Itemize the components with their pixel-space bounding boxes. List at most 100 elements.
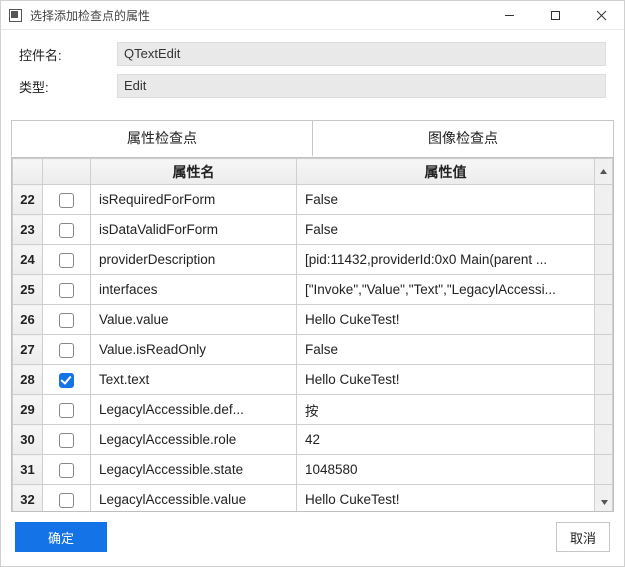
row-checkbox[interactable] (59, 253, 74, 268)
attr-name-cell[interactable]: LegacylAccessible.state (91, 455, 297, 485)
attr-name-cell[interactable]: LegacylAccessible.def... (91, 395, 297, 425)
attr-name-cell[interactable]: isDataValidForForm (91, 215, 297, 245)
window-title: 选择添加检查点的属性 (30, 7, 486, 24)
row-checkbox-cell (43, 485, 91, 512)
attr-name-cell[interactable]: LegacylAccessible.value (91, 485, 297, 512)
scrollbar-track[interactable] (595, 365, 613, 395)
header-check (43, 159, 91, 185)
attr-name-cell[interactable]: providerDescription (91, 245, 297, 275)
row-number: 22 (13, 185, 43, 215)
table-row[interactable]: 31 LegacylAccessible.state1048580 (13, 455, 613, 485)
attr-value-cell[interactable]: Hello CukeTest! (297, 305, 595, 335)
attr-value-cell[interactable]: 42 (297, 425, 595, 455)
header-rownum (13, 159, 43, 185)
table-row[interactable]: 27Value.isReadOnlyFalse (13, 335, 613, 365)
minimize-button[interactable] (486, 1, 532, 29)
cancel-button[interactable]: 取消 (556, 522, 610, 552)
form-area: 控件名: QTextEdit 类型: Edit (1, 30, 624, 116)
control-name-label: 控件名: (19, 45, 117, 64)
type-row: 类型: Edit (19, 74, 606, 98)
attr-name-cell[interactable]: interfaces (91, 275, 297, 305)
table-row[interactable]: 24 providerDescription[pid:11432,provider… (13, 245, 613, 275)
attr-name-cell[interactable]: isRequiredForForm (91, 185, 297, 215)
row-number: 23 (13, 215, 43, 245)
row-number: 26 (13, 305, 43, 335)
row-number: 30 (13, 425, 43, 455)
scrollbar-track[interactable] (595, 215, 613, 245)
table-row[interactable]: 26 Value.valueHello CukeTest! (13, 305, 613, 335)
row-checkbox[interactable] (59, 343, 74, 358)
attr-value-cell[interactable]: False (297, 215, 595, 245)
attr-value-cell[interactable]: False (297, 185, 595, 215)
attr-value-cell[interactable]: False (297, 335, 595, 365)
row-checkbox[interactable] (59, 313, 74, 328)
row-checkbox-cell (43, 425, 91, 455)
table-row[interactable]: 28 Text.textHello CukeTest! (13, 365, 613, 395)
attr-name-cell[interactable]: Value.isReadOnly (91, 335, 297, 365)
table-row[interactable]: 29 LegacylAccessible.def...按 (13, 395, 613, 425)
scrollbar-track[interactable] (595, 305, 613, 335)
row-checkbox-cell (43, 335, 91, 365)
table-row[interactable]: 23 isDataValidForFormFalse (13, 215, 613, 245)
scrollbar-track[interactable] (595, 395, 613, 425)
row-checkbox[interactable] (59, 283, 74, 298)
ok-button[interactable]: 确定 (15, 522, 107, 552)
row-checkbox-cell (43, 305, 91, 335)
type-field[interactable]: Edit (117, 74, 606, 98)
maximize-button[interactable] (532, 1, 578, 29)
row-checkbox-cell (43, 245, 91, 275)
row-number: 24 (13, 245, 43, 275)
attr-name-cell[interactable]: Value.value (91, 305, 297, 335)
header-attr-name[interactable]: 属性名 (91, 159, 297, 185)
attr-value-cell[interactable]: 1048580 (297, 455, 595, 485)
attr-value-cell[interactable]: ["Invoke","Value","Text","LegacylAccessi… (297, 275, 595, 305)
row-number: 29 (13, 395, 43, 425)
scrollbar-up[interactable] (595, 159, 613, 185)
row-checkbox-cell (43, 395, 91, 425)
row-checkbox[interactable] (59, 403, 74, 418)
attr-value-cell[interactable]: Hello CukeTest! (297, 485, 595, 512)
tabs: 属性检查点 图像检查点 (11, 120, 614, 157)
attr-name-cell[interactable]: LegacylAccessible.role (91, 425, 297, 455)
control-name-row: 控件名: QTextEdit (19, 42, 606, 66)
header-attr-value[interactable]: 属性值 (297, 159, 595, 185)
row-checkbox[interactable] (59, 223, 74, 238)
attr-value-cell[interactable]: [pid:11432,providerId:0x0 Main(parent ..… (297, 245, 595, 275)
type-label: 类型: (19, 77, 117, 96)
close-button[interactable] (578, 1, 624, 29)
row-checkbox-cell (43, 185, 91, 215)
row-number: 31 (13, 455, 43, 485)
titlebar: 选择添加检查点的属性 (1, 1, 624, 30)
row-checkbox[interactable] (59, 463, 74, 478)
scrollbar-track[interactable] (595, 185, 613, 215)
row-checkbox[interactable] (59, 433, 74, 448)
scrollbar-track[interactable] (595, 275, 613, 305)
control-name-field[interactable]: QTextEdit (117, 42, 606, 66)
tab-image-checkpoint[interactable]: 图像检查点 (313, 120, 614, 157)
scrollbar-down[interactable] (596, 494, 612, 510)
table-row[interactable]: 30 LegacylAccessible.role42 (13, 425, 613, 455)
row-checkbox[interactable] (59, 373, 74, 388)
footer: 确定 取消 (1, 512, 624, 566)
row-checkbox-cell (43, 365, 91, 395)
row-number: 25 (13, 275, 43, 305)
table-row[interactable]: 32 LegacylAccessible.valueHello CukeTest! (13, 485, 613, 512)
row-checkbox-cell (43, 275, 91, 305)
scrollbar-track[interactable] (595, 425, 613, 455)
table-row[interactable]: 25 interfaces["Invoke","Value","Text","Le… (13, 275, 613, 305)
tab-attribute-checkpoint[interactable]: 属性检查点 (11, 120, 313, 157)
row-number: 32 (13, 485, 43, 512)
attr-value-cell[interactable]: 按 (297, 395, 595, 425)
row-checkbox[interactable] (59, 493, 74, 508)
scrollbar-track[interactable] (595, 335, 613, 365)
attributes-table: 属性名 属性值 22isRequiredForFormFalse23isData… (11, 157, 614, 512)
scrollbar-track[interactable] (595, 455, 613, 485)
window-buttons (486, 1, 624, 29)
attr-value-cell[interactable]: Hello CukeTest! (297, 365, 595, 395)
row-checkbox[interactable] (59, 193, 74, 208)
row-number: 28 (13, 365, 43, 395)
table-row[interactable]: 22 isRequiredForFormFalse (13, 185, 613, 215)
attr-name-cell[interactable]: Text.text (91, 365, 297, 395)
scrollbar-track[interactable] (595, 245, 613, 275)
row-checkbox-cell (43, 215, 91, 245)
